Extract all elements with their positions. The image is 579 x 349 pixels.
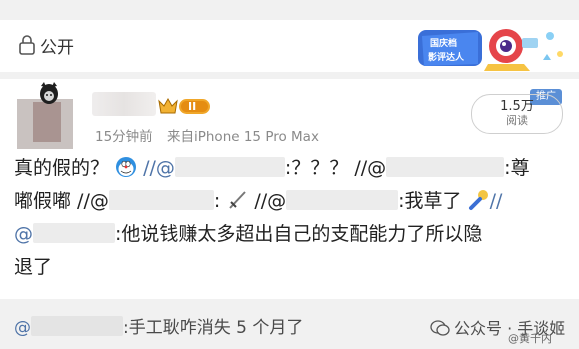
content-line-4: 退了 [14, 256, 53, 278]
content-line-1: 真的假的？ //@:？？？ //@:尊 [14, 157, 530, 179]
mention-redacted[interactable] [108, 190, 214, 210]
visibility-row: 公开 国庆档 影评达人 [0, 20, 579, 72]
user-level-badge: II [158, 97, 210, 114]
mention-redacted[interactable] [31, 316, 123, 336]
mention-link[interactable]: //@ [143, 157, 175, 179]
mention-redacted[interactable] [174, 157, 285, 177]
post-source[interactable]: 来自iPhone 15 Pro Max [167, 129, 319, 145]
avatar-figure-icon [40, 82, 58, 104]
sword-emoji-icon [229, 191, 247, 209]
svg-text:影评达人: 影评达人 [428, 51, 465, 63]
read-count: 1.5万 [500, 99, 534, 114]
content-line-3: @:他说钱赚太多超出自己的支配能力了所以隐 [14, 223, 483, 245]
mention-redacted[interactable] [286, 190, 399, 210]
post-content: 真的假的？ //@:？？？ //@:尊 嘟假嘟 //@: //@:我草了 // … [14, 152, 569, 284]
event-badge[interactable]: 国庆档 影评达人 [418, 24, 570, 72]
wechat-icon [430, 320, 450, 336]
read-count-box[interactable]: 1.5万 阅读 [471, 94, 563, 134]
watermark-corner: @黄千内 [508, 332, 552, 345]
read-label: 阅读 [506, 114, 528, 127]
mention-redacted[interactable] [386, 157, 505, 177]
svg-text:国庆档: 国庆档 [430, 37, 457, 49]
crown-icon [158, 97, 178, 114]
post-meta: 15分钟前 来自iPhone 15 Pro Max [95, 125, 329, 145]
film-camera-mascot-icon [484, 29, 563, 71]
avatar[interactable] [14, 82, 74, 149]
section-divider [0, 72, 579, 79]
mention-redacted[interactable] [33, 223, 115, 243]
username-redacted[interactable] [92, 92, 156, 116]
doraemon-emoji-icon [116, 157, 137, 177]
repost-text[interactable]: @:手工耿咋消失 5 个月了 [14, 313, 303, 338]
visibility-label[interactable]: 公开 [40, 33, 74, 58]
lock-icon [19, 35, 35, 55]
microphone-emoji-icon [468, 190, 488, 210]
content-line-2: 嘟假嘟 //@: //@:我草了 // [14, 190, 503, 212]
top-strip [0, 0, 579, 20]
post-time: 15分钟前 [95, 129, 153, 145]
svg-text:II: II [188, 100, 196, 113]
